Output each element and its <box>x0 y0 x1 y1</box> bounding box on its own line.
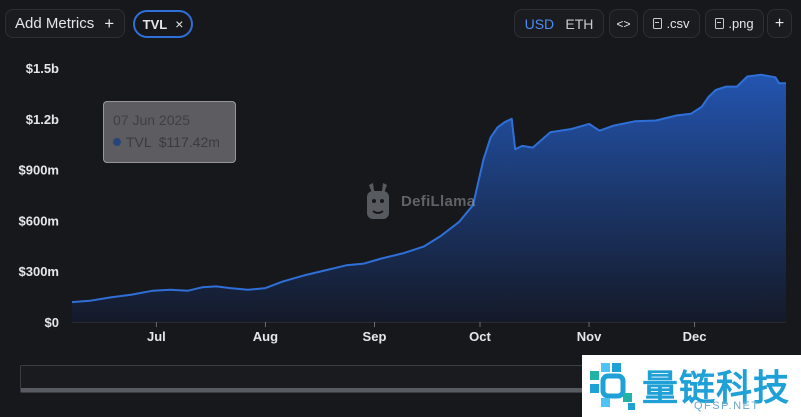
eth-toggle-button[interactable]: ETH <box>565 16 593 32</box>
y-tick-label: $1.2b <box>26 112 59 127</box>
chart-tooltip: 07 Jun 2025 TVL $117.42m <box>103 101 236 163</box>
plus-icon: + <box>774 14 785 32</box>
y-tick-label: $1.5b <box>26 61 59 76</box>
chart-toolbar: Add Metrics + TVL × USD ETH <> .csv .png… <box>0 0 801 48</box>
tooltip-series-name: TVL <box>126 134 152 150</box>
y-tick-label: $600m <box>19 213 59 228</box>
qfsp-stamp: 量链科技 QFSP.NET <box>582 355 801 417</box>
x-tick-label: Sep <box>363 329 387 344</box>
add-metrics-button[interactable]: Add Metrics + <box>5 9 125 38</box>
embed-button[interactable]: <> <box>609 9 638 38</box>
y-axis: $0 $300m $600m $900m $1.2b $1.5b <box>19 61 60 330</box>
tooltip-date: 07 Jun 2025 <box>113 112 191 128</box>
x-tick-label: Oct <box>469 329 491 344</box>
y-tick-label: $0 <box>45 315 59 330</box>
metric-chip-tvl[interactable]: TVL × <box>133 10 193 38</box>
close-icon[interactable]: × <box>175 16 183 32</box>
qfsp-logo-icon <box>590 363 635 410</box>
download-csv-button[interactable]: .csv <box>643 9 700 38</box>
x-tick-label: Jul <box>147 329 166 344</box>
tooltip-row: TVL $117.42m <box>113 134 235 150</box>
png-label: .png <box>728 16 754 31</box>
add-metrics-label: Add Metrics <box>15 15 95 32</box>
defillama-watermark: DefiLlama <box>361 181 475 221</box>
y-tick-label: $300m <box>19 264 59 279</box>
tooltip-value: $117.42m <box>158 134 220 150</box>
download-png-button[interactable]: .png <box>705 9 764 38</box>
x-tick-label: Aug <box>253 329 278 344</box>
x-tick-label: Nov <box>577 329 602 344</box>
y-tick-label: $900m <box>19 163 59 178</box>
metric-chip-label: TVL <box>142 16 168 32</box>
x-axis: Jul Aug Sep Oct Nov Dec <box>72 321 786 344</box>
series-dot-icon <box>113 138 121 146</box>
watermark-text: DefiLlama <box>401 192 476 210</box>
denomination-toggle: USD ETH <box>514 9 604 38</box>
file-icon <box>653 18 663 29</box>
csv-label: .csv <box>666 16 690 31</box>
add-chart-button[interactable]: + <box>767 9 792 38</box>
code-icon: <> <box>616 16 631 31</box>
usd-toggle-button[interactable]: USD <box>525 16 555 32</box>
file-icon <box>715 18 725 29</box>
llama-logo-icon <box>367 183 389 219</box>
stamp-text-en: QFSP.NET <box>694 400 760 412</box>
x-tick-label: Dec <box>683 329 707 344</box>
plus-icon: + <box>104 14 115 33</box>
